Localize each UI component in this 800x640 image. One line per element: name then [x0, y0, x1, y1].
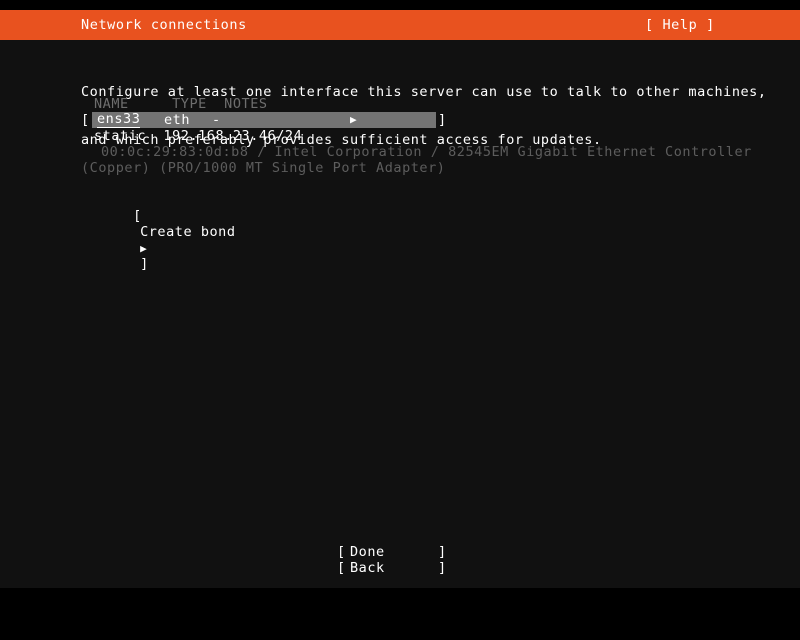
create-bond-label: Create bond: [140, 224, 236, 240]
table-column-headers: NAME TYPE NOTES: [94, 96, 268, 112]
interface-type: eth: [164, 112, 191, 128]
top-letterbox: [0, 0, 800, 10]
create-bond-bracket-close: ]: [140, 256, 149, 272]
row-bracket-open: [: [81, 112, 90, 128]
row-selection-highlight: ens33 eth - ▶: [92, 112, 436, 128]
bottom-letterbox: [0, 588, 800, 600]
row-bracket-close: ]: [438, 112, 447, 128]
table-row[interactable]: [ ens33 eth - ▶ ]: [81, 112, 721, 128]
create-bond-button[interactable]: [ Create bond ▶ ]: [81, 192, 236, 288]
title-bar: Network connections [ Help ]: [0, 10, 800, 40]
back-bracket-close: ]: [438, 560, 447, 576]
help-button[interactable]: [ Help ]: [645, 17, 715, 33]
create-bond-bracket-open: [: [133, 208, 142, 224]
back-bracket-open: [: [337, 560, 346, 576]
footer-actions: [ Done ] [ Back ]: [337, 544, 449, 576]
interface-name: ens33: [97, 111, 141, 128]
interface-notes: -: [212, 112, 221, 128]
network-interfaces-table: NAME TYPE NOTES [ ens33 eth - ▶ ] static…: [81, 96, 751, 176]
main-content: Configure at least one interface this se…: [0, 40, 800, 588]
chevron-right-icon: ▶: [140, 242, 148, 255]
chevron-right-icon[interactable]: ▶: [350, 112, 357, 128]
back-label: Back: [350, 560, 385, 576]
installer-screen: Network connections [ Help ] Configure a…: [0, 0, 800, 600]
done-bracket-close: ]: [438, 544, 447, 560]
done-bracket-open: [: [337, 544, 346, 560]
back-button[interactable]: [ Back ]: [337, 560, 449, 576]
done-button[interactable]: [ Done ]: [337, 544, 449, 560]
page-title: Network connections: [81, 17, 247, 33]
done-label: Done: [350, 544, 385, 560]
